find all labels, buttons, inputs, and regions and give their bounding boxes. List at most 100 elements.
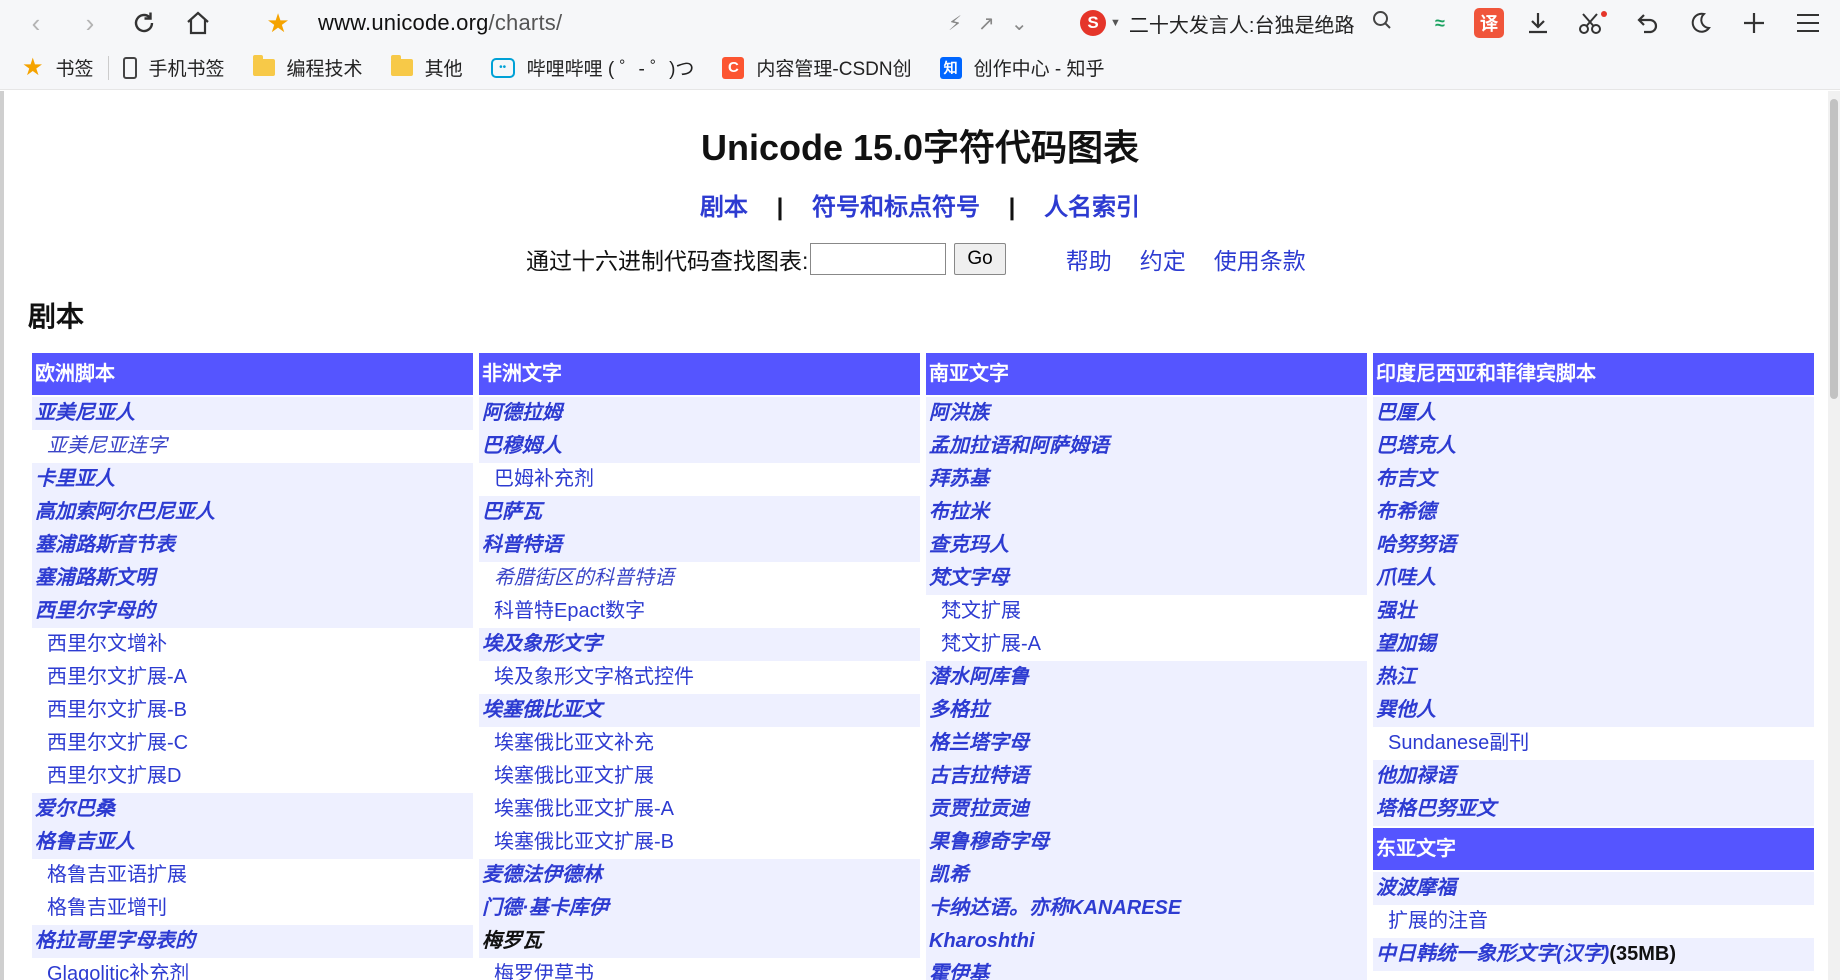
- scrollbar[interactable]: [1828, 91, 1840, 980]
- bookmark-item-zhihu[interactable]: 知 创作中心 - 知乎: [939, 54, 1104, 81]
- sub-block-link[interactable]: 埃塞俄比亚文扩展: [479, 760, 920, 793]
- sub-block-link[interactable]: 西里尔文扩展-C: [32, 727, 473, 760]
- lightning-icon[interactable]: ⚡: [948, 11, 962, 36]
- script-link[interactable]: 中日韩统一象形文字(汉字)(35MB): [1373, 938, 1814, 971]
- script-link[interactable]: 潜水阿库鲁: [926, 661, 1367, 694]
- script-link[interactable]: 巴塔克人: [1373, 430, 1814, 463]
- script-link[interactable]: 巴厘人: [1373, 397, 1814, 430]
- sub-block-link[interactable]: 西里尔文增补: [32, 628, 473, 661]
- terms-link[interactable]: 使用条款: [1214, 242, 1306, 276]
- script-link[interactable]: 梅罗瓦: [479, 925, 920, 958]
- nav-link-symbols[interactable]: 符号和标点符号: [812, 194, 980, 221]
- script-link[interactable]: 孟加拉语和阿萨姆语: [926, 430, 1367, 463]
- address-bar[interactable]: ★ www.unicode.org/charts/: [258, 4, 1038, 42]
- script-link[interactable]: 格拉哥里字母表的: [32, 925, 473, 958]
- nav-link-name-index[interactable]: 人名索引: [1044, 194, 1140, 221]
- script-link[interactable]: 凯希: [926, 859, 1367, 892]
- script-link[interactable]: Kharoshthi: [926, 925, 1367, 958]
- help-link[interactable]: 帮助: [1066, 242, 1112, 276]
- nav-link-scripts[interactable]: 剧本: [700, 194, 748, 221]
- script-link[interactable]: 门德·基卡库伊: [479, 892, 920, 925]
- caret-down-icon[interactable]: ▼: [1110, 17, 1121, 29]
- script-link[interactable]: 查克玛人: [926, 529, 1367, 562]
- undo-icon[interactable]: [1626, 3, 1666, 43]
- chevron-down-icon[interactable]: ⌄: [1011, 11, 1028, 36]
- conventions-link[interactable]: 约定: [1140, 242, 1186, 276]
- script-link[interactable]: 布希德: [1373, 496, 1814, 529]
- bookmark-item-csdn[interactable]: C 内容管理-CSDN创: [722, 54, 912, 81]
- script-link[interactable]: 阿洪族: [926, 397, 1367, 430]
- script-link[interactable]: 塔格巴努亚文: [1373, 793, 1814, 826]
- script-link[interactable]: 波波摩福: [1373, 872, 1814, 905]
- sub-block-link[interactable]: Glagolitic补充剂: [32, 958, 473, 980]
- script-link[interactable]: 古吉拉特语: [926, 760, 1367, 793]
- script-link[interactable]: 梵文字母: [926, 562, 1367, 595]
- sub-block-link[interactable]: 西里尔文扩展D: [32, 760, 473, 793]
- script-link[interactable]: 格兰塔字母: [926, 727, 1367, 760]
- menu-icon[interactable]: [1788, 3, 1828, 43]
- script-link[interactable]: 布吉文: [1373, 463, 1814, 496]
- sub-block-link[interactable]: 亚美尼亚连字: [32, 430, 473, 463]
- script-link[interactable]: 巽他人: [1373, 694, 1814, 727]
- bookmark-item-programming[interactable]: 编程技术: [252, 54, 363, 81]
- bookmark-item-mobile[interactable]: 手机书签: [122, 54, 225, 81]
- script-link[interactable]: 亚美尼亚人: [32, 397, 473, 430]
- script-link[interactable]: 爱尔巴桑: [32, 793, 473, 826]
- script-link[interactable]: 哈努努语: [1373, 529, 1814, 562]
- refresh-icon[interactable]: [122, 1, 166, 45]
- script-link[interactable]: 高加索阿尔巴尼亚人: [32, 496, 473, 529]
- sub-block-link[interactable]: Sundanese副刊: [1373, 727, 1814, 760]
- script-link[interactable]: 塞浦路斯文明: [32, 562, 473, 595]
- script-link[interactable]: 强壮: [1373, 595, 1814, 628]
- sub-block-link[interactable]: 梵文扩展-A: [926, 628, 1367, 661]
- script-link[interactable]: 科普特语: [479, 529, 920, 562]
- sub-block-link[interactable]: 格鲁吉亚增刊: [32, 892, 473, 925]
- go-button[interactable]: Go: [954, 243, 1006, 275]
- script-link[interactable]: 望加锡: [1373, 628, 1814, 661]
- script-link[interactable]: 爪哇人: [1373, 562, 1814, 595]
- sub-block-link[interactable]: 巴姆补充剂: [479, 463, 920, 496]
- script-link[interactable]: 他加禄语: [1373, 760, 1814, 793]
- script-link[interactable]: 果鲁穆奇字母: [926, 826, 1367, 859]
- bookmark-item-bilibili[interactable]: •• 哔哩哔哩 ( ゜- ゜)つ: [490, 54, 694, 81]
- new-tab-icon[interactable]: [1734, 3, 1774, 43]
- scrollbar-thumb[interactable]: [1830, 99, 1838, 399]
- sub-block-link[interactable]: 梵文扩展: [926, 595, 1367, 628]
- moon-icon[interactable]: [1680, 3, 1720, 43]
- bookmark-item-bookmarks[interactable]: ★ 书签: [22, 53, 94, 82]
- download-icon[interactable]: [1518, 3, 1558, 43]
- sub-block-link[interactable]: 科普特Epact数字: [479, 595, 920, 628]
- script-link[interactable]: 巴穆姆人: [479, 430, 920, 463]
- script-link[interactable]: 布拉米: [926, 496, 1367, 529]
- script-link[interactable]: 霍伊基: [926, 958, 1367, 980]
- sub-block-link[interactable]: 扩展的注音: [1373, 905, 1814, 938]
- script-link[interactable]: 拜苏基: [926, 463, 1367, 496]
- script-link[interactable]: 埃塞俄比亚文: [479, 694, 920, 727]
- scissors-icon[interactable]: [1572, 3, 1612, 43]
- script-link[interactable]: 阿德拉姆: [479, 397, 920, 430]
- bookmark-star-icon[interactable]: ★: [258, 8, 298, 39]
- script-link[interactable]: 巴萨瓦: [479, 496, 920, 529]
- home-icon[interactable]: [176, 1, 220, 45]
- script-link[interactable]: 西里尔字母的: [32, 595, 473, 628]
- sub-block-link[interactable]: 西里尔文扩展-B: [32, 694, 473, 727]
- script-link[interactable]: 塞浦路斯音节表: [32, 529, 473, 562]
- sub-block-link[interactable]: 埃塞俄比亚文补充: [479, 727, 920, 760]
- sub-block-link[interactable]: 梅罗伊草书: [479, 958, 920, 980]
- script-link[interactable]: 麦德法伊德林: [479, 859, 920, 892]
- sub-block-link[interactable]: 希腊街区的科普特语: [479, 562, 920, 595]
- back-icon[interactable]: ‹: [14, 1, 58, 45]
- forward-icon[interactable]: ›: [68, 1, 112, 45]
- hex-code-input[interactable]: [810, 243, 947, 275]
- script-link[interactable]: 格鲁吉亚人: [32, 826, 473, 859]
- script-link[interactable]: 卡里亚人: [32, 463, 473, 496]
- script-link[interactable]: 卡纳达语。亦称KANARESE: [926, 892, 1367, 925]
- share-icon[interactable]: ↗: [978, 11, 995, 36]
- sub-block-link[interactable]: 格鲁吉亚语扩展: [32, 859, 473, 892]
- extension-icon[interactable]: ≈: [1420, 3, 1460, 43]
- bookmark-item-other[interactable]: 其他: [390, 54, 463, 81]
- sub-block-link[interactable]: 西里尔文扩展-A: [32, 661, 473, 694]
- script-link[interactable]: 热江: [1373, 661, 1814, 694]
- script-link[interactable]: 贡贾拉贡迪: [926, 793, 1367, 826]
- script-link[interactable]: 埃及象形文字: [479, 628, 920, 661]
